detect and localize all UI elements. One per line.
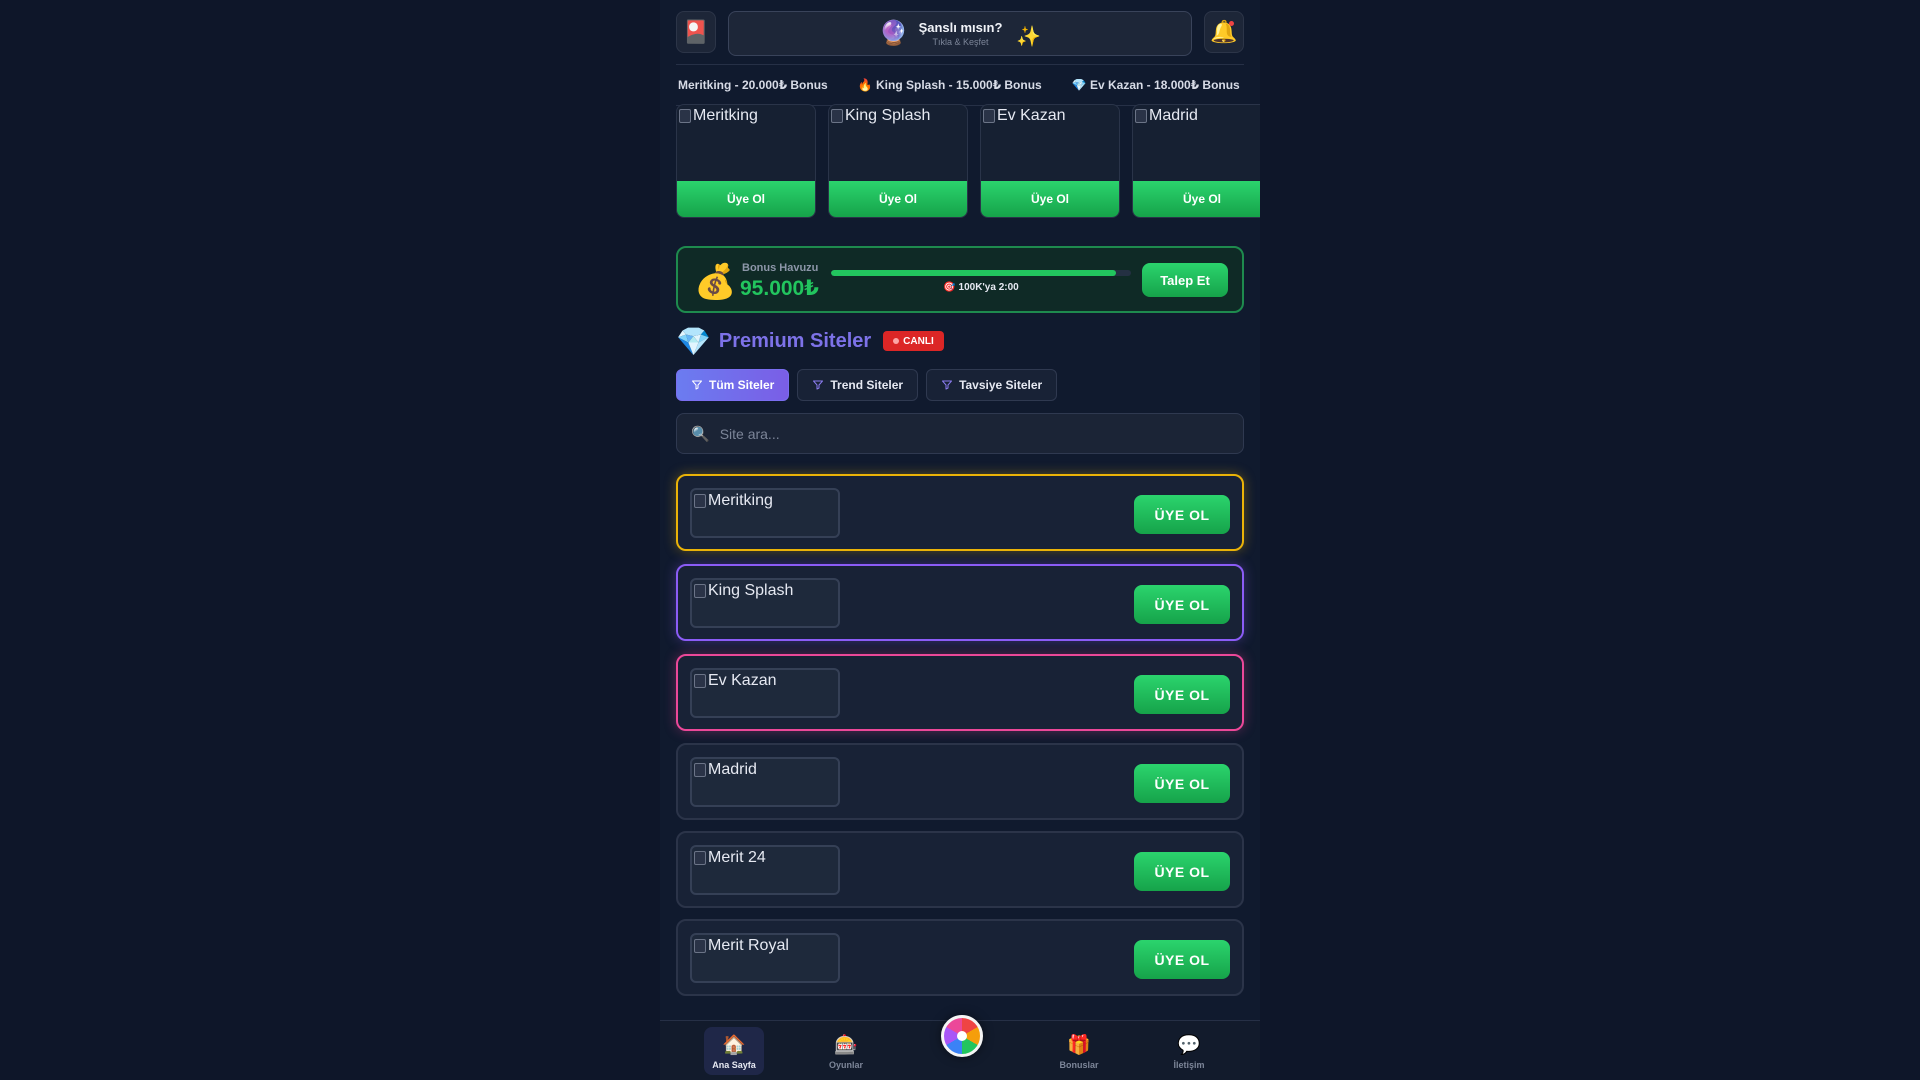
ticker-item[interactable]: Meritking - 20.000₺ Bonus (678, 78, 828, 92)
site-row: Madrid ÜYE OL (676, 743, 1244, 820)
site-row: Merit 24 ÜYE OL (676, 831, 1244, 908)
claim-button[interactable]: Talep Et (1142, 263, 1228, 297)
site-join-button[interactable]: ÜYE OL (1134, 852, 1230, 891)
lucky-banner-button[interactable]: 🔮 Şanslı mısın? Tıkla & Keşfet ✨ (728, 11, 1192, 56)
bonus-ticker: Meritking - 20.000₺ Bonus 🔥 King Splash … (676, 64, 1244, 106)
featured-join-button[interactable]: Üye Ol (677, 181, 815, 217)
card-icon: 🎴 (682, 19, 710, 44)
top-header: 🎴 🔮 Şanslı mısın? Tıkla & Keşfet ✨ 🔔 (676, 11, 1244, 56)
bonus-pool-label: Bonus Havuzu (742, 262, 819, 274)
gem-icon: 💎 (676, 325, 711, 357)
bonus-progress-bar (831, 270, 1131, 276)
site-join-button[interactable]: ÜYE OL (1134, 764, 1230, 803)
broken-image-icon (694, 763, 706, 777)
bonus-pool-amount: 95.000₺ (740, 277, 819, 300)
search-icon: 🔍 (691, 425, 710, 443)
site-logo: Ev Kazan (690, 668, 840, 718)
broken-image-icon (831, 109, 843, 123)
broken-image-icon (694, 494, 706, 508)
notifications-button[interactable]: 🔔 (1204, 11, 1244, 53)
featured-join-button[interactable]: Üye Ol (1133, 181, 1260, 217)
sparkle-icon: ✨ (1016, 26, 1042, 48)
featured-card[interactable]: Madrid Üye Ol (1132, 104, 1260, 218)
ticker-item[interactable]: 🔥 King Splash - 15.000₺ Bonus (858, 78, 1042, 92)
ticker-item[interactable]: 💎 Ev Kazan - 18.000₺ Bonus (1072, 78, 1240, 92)
featured-card-logo: Ev Kazan (981, 105, 1119, 183)
site-row: King Splash ÜYE OL (676, 564, 1244, 641)
site-row: Meritking ÜYE OL (676, 474, 1244, 551)
site-logo: Merit Royal (690, 933, 840, 983)
broken-image-icon (694, 584, 706, 598)
filter-icon (813, 380, 824, 390)
bonus-countdown: 🎯 100K'ya 2:00 (943, 282, 1019, 293)
lucky-subtitle: Tıkla & Keşfet (932, 37, 989, 47)
section-title: Premium Siteler (718, 329, 872, 352)
broken-image-icon (694, 674, 706, 688)
filter-all-sites[interactable]: Tüm Siteler (676, 369, 790, 401)
featured-card-logo: Madrid (1133, 105, 1260, 183)
broken-image-icon (679, 109, 691, 123)
featured-card[interactable]: King Splash Üye Ol (828, 104, 968, 218)
notification-dot (1229, 21, 1234, 26)
live-dot-icon (893, 338, 900, 344)
chat-icon: 💬 (1177, 1034, 1201, 1056)
featured-carousel[interactable]: Meritking Üye Ol King Splash Üye Ol Ev K… (676, 104, 1260, 220)
broken-image-icon (983, 109, 995, 123)
slot-machine-icon: 🎰 (834, 1034, 858, 1056)
wheel-hub-icon (957, 1031, 967, 1041)
featured-join-button[interactable]: Üye Ol (981, 181, 1119, 217)
bottom-navigation: 🏠 Ana Sayfa 🎰 Oyunlar 🎁 Bonuslar 💬 İleti… (660, 1015, 1260, 1080)
gift-icon: 🎁 (1067, 1034, 1091, 1056)
menu-button[interactable]: 🎴 (676, 11, 716, 53)
site-join-button[interactable]: ÜYE OL (1134, 940, 1230, 979)
featured-join-button[interactable]: Üye Ol (829, 181, 967, 217)
site-logo: Meritking (690, 488, 840, 538)
live-badge: CANLI (883, 331, 944, 351)
nav-home[interactable]: 🏠 Ana Sayfa (704, 1027, 764, 1075)
bonus-pool-panel: 💰 Bonus Havuzu 95.000₺ 🎯 100K'ya 2:00 Ta… (676, 246, 1244, 313)
broken-image-icon (694, 851, 706, 865)
nav-games[interactable]: 🎰 Oyunlar (816, 1027, 876, 1075)
nav-bonuses[interactable]: 🎁 Bonuslar (1049, 1027, 1109, 1075)
site-join-button[interactable]: ÜYE OL (1134, 495, 1230, 534)
search-input[interactable] (719, 425, 1220, 442)
nav-contact[interactable]: 💬 İletişim (1159, 1027, 1219, 1075)
filter-tabs: Tüm Siteler Trend Siteler Tavsiye Sitele… (676, 369, 1058, 401)
bonus-progress-fill (831, 270, 1116, 276)
premium-section-header: 💎 Premium Siteler CANLI (676, 324, 944, 358)
lucky-title: Şanslı mısın? (918, 20, 1003, 35)
filter-recommended-sites[interactable]: Tavsiye Siteler (926, 369, 1058, 401)
broken-image-icon (1135, 109, 1147, 123)
site-join-button[interactable]: ÜYE OL (1134, 675, 1230, 714)
app-container: 🎴 🔮 Şanslı mısın? Tıkla & Keşfet ✨ 🔔 Mer… (660, 0, 1260, 1080)
featured-card-logo: Meritking (677, 105, 815, 183)
site-logo: Madrid (690, 757, 840, 807)
home-icon: 🏠 (722, 1034, 746, 1056)
money-bag-icon: 💰 (694, 263, 737, 301)
spin-wheel-button[interactable] (941, 1015, 983, 1057)
featured-card[interactable]: Meritking Üye Ol (676, 104, 816, 218)
site-join-button[interactable]: ÜYE OL (1134, 585, 1230, 624)
crystal-ball-icon: 🔮 (878, 20, 909, 47)
filter-icon (692, 380, 702, 390)
broken-image-icon (694, 939, 706, 953)
site-search-box: 🔍 (676, 413, 1244, 454)
site-logo: Merit 24 (690, 845, 840, 895)
filter-icon (942, 380, 953, 390)
site-row: Ev Kazan ÜYE OL (676, 654, 1244, 731)
filter-trend-sites[interactable]: Trend Siteler (797, 369, 919, 401)
site-logo: King Splash (690, 578, 840, 628)
featured-card-logo: King Splash (829, 105, 967, 183)
site-row: Merit Royal ÜYE OL (676, 919, 1244, 996)
featured-card[interactable]: Ev Kazan Üye Ol (980, 104, 1120, 218)
